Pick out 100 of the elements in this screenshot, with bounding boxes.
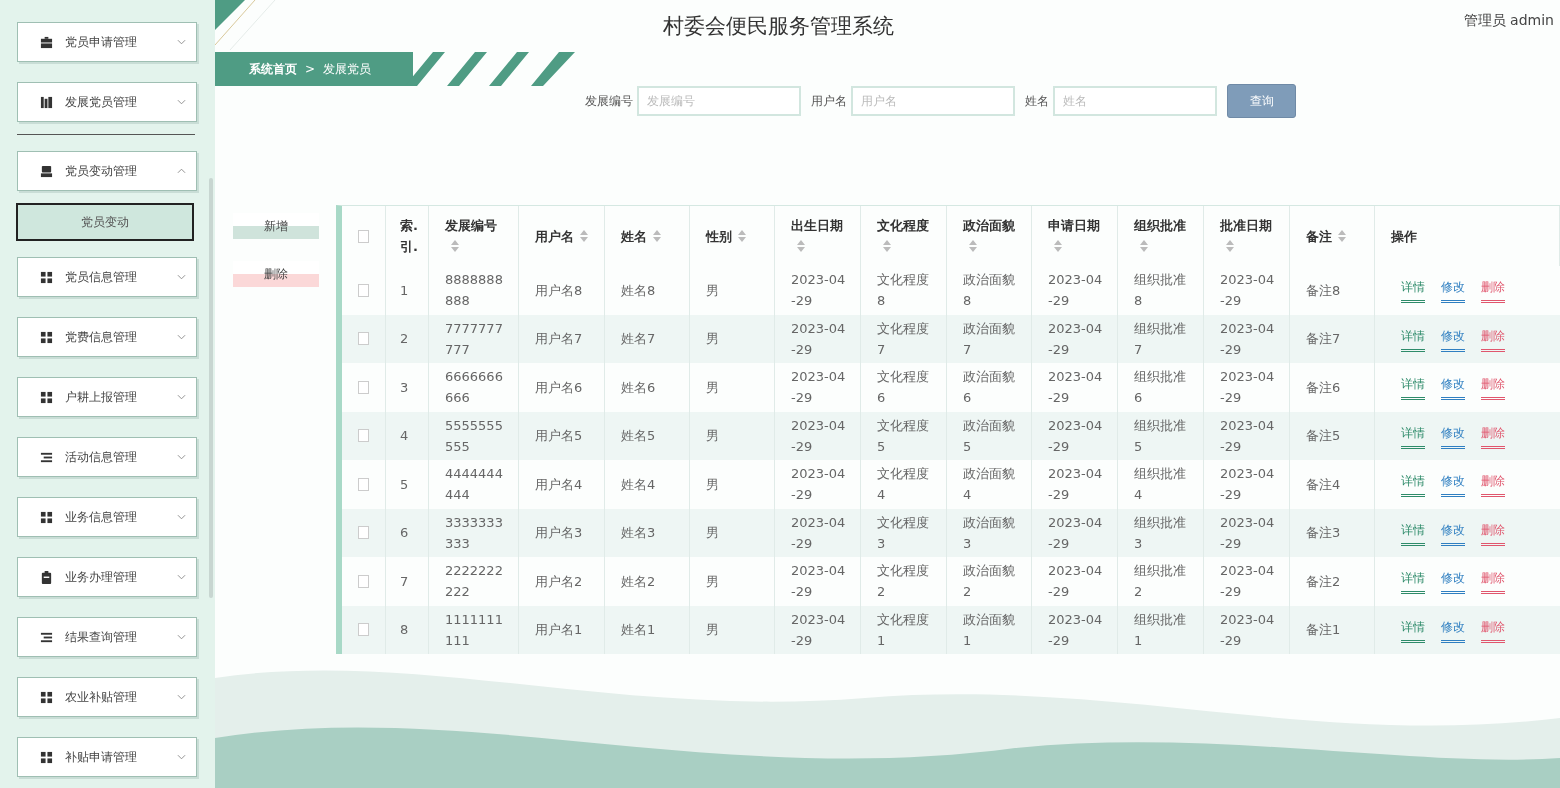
table-cell-text: 男: [706, 427, 719, 446]
column-header[interactable]: 姓名: [621, 225, 661, 247]
row-checkbox[interactable]: [358, 332, 369, 346]
table-cell-text: 政治面貌8: [963, 271, 1016, 311]
column-header[interactable]: 索.引.: [400, 215, 418, 257]
menu-item[interactable]: 党员变动管理: [17, 151, 197, 191]
delete-link[interactable]: 删除: [1481, 519, 1505, 546]
table-cell-text: 2023-04-29: [791, 368, 847, 408]
menu-item[interactable]: 业务办理管理: [17, 557, 197, 597]
detail-link[interactable]: 详情: [1401, 568, 1425, 595]
table-cell-text: 2: [400, 330, 409, 349]
table-cell-text: 组织批准2: [1134, 562, 1187, 602]
detail-link[interactable]: 详情: [1401, 374, 1425, 401]
table-cell-text: 6: [400, 524, 409, 543]
table-cell-text: 2023-04-29: [791, 465, 847, 505]
table-cell-text: 4: [400, 427, 409, 446]
column-header[interactable]: 申请日期: [1048, 215, 1105, 257]
delete-link[interactable]: 删除: [1481, 325, 1505, 352]
delete-link[interactable]: 删除: [1481, 422, 1505, 449]
detail-link[interactable]: 详情: [1401, 422, 1425, 449]
search-field[interactable]: 发展编号: [637, 86, 801, 116]
row-checkbox[interactable]: [358, 477, 369, 491]
menu-item[interactable]: 业务信息管理: [17, 497, 197, 537]
delete-link[interactable]: 删除: [1481, 471, 1505, 498]
table-cell-text: 用户名6: [535, 378, 583, 397]
table-cell-text: 2023-04-29: [791, 416, 847, 456]
column-header[interactable]: 出生日期: [791, 215, 848, 257]
table-cell-text: 8888888888: [445, 271, 504, 311]
table-cell-text: 文化程度4: [877, 465, 930, 505]
menu-item[interactable]: 活动信息管理: [17, 437, 197, 477]
sort-icon: [451, 240, 459, 252]
table-cell-text: 用户名1: [535, 621, 583, 640]
search-field[interactable]: 姓名: [1053, 86, 1217, 116]
column-header[interactable]: 用户名: [535, 225, 588, 247]
menu-label: 户耕上报管理: [65, 388, 138, 406]
table-cell-text: 备注7: [1306, 330, 1341, 349]
row-checkbox[interactable]: [358, 526, 369, 540]
table-cell-text: 2023-04-29: [1220, 465, 1276, 505]
sort-icon: [580, 229, 588, 242]
column-header[interactable]: 备注: [1306, 225, 1346, 247]
edit-link[interactable]: 修改: [1441, 422, 1465, 449]
column-header[interactable]: 发展编号: [445, 215, 506, 257]
chevron-down-icon: [177, 574, 186, 580]
table-cell-text: 用户名4: [535, 475, 583, 494]
menu-item[interactable]: 户耕上报管理: [17, 377, 197, 417]
select-all-checkbox[interactable]: [358, 229, 369, 243]
row-checkbox[interactable]: [358, 574, 369, 588]
chevron-down-icon: [177, 514, 186, 520]
delete-link[interactable]: 删除: [1481, 277, 1505, 304]
edit-link[interactable]: 修改: [1441, 325, 1465, 352]
column-header[interactable]: 组织批准: [1134, 215, 1191, 257]
table-cell-text: 2023-04-29: [1048, 319, 1104, 359]
edit-link[interactable]: 修改: [1441, 277, 1465, 304]
detail-link[interactable]: 详情: [1401, 277, 1425, 304]
column-header[interactable]: 文化程度: [877, 215, 934, 257]
menu-item[interactable]: 结果查询管理: [17, 617, 197, 657]
menu-item[interactable]: 发展党员管理: [17, 82, 197, 122]
chevron-down-icon: [177, 334, 186, 340]
table-cell-text: 备注6: [1306, 378, 1341, 397]
table-cell-text: 2023-04-29: [1048, 513, 1104, 553]
column-header[interactable]: 性别: [706, 225, 746, 247]
row-checkbox[interactable]: [358, 623, 369, 637]
row-checkbox[interactable]: [358, 429, 369, 443]
grid-icon: [40, 390, 53, 404]
row-checkbox[interactable]: [358, 283, 369, 297]
menu-item[interactable]: 党员申请管理: [17, 22, 197, 62]
delete-link[interactable]: 删除: [1481, 568, 1505, 595]
detail-link[interactable]: 详情: [1401, 616, 1425, 643]
edit-link[interactable]: 修改: [1441, 616, 1465, 643]
table-cell-text: 2023-04-29: [1048, 562, 1104, 602]
edit-link[interactable]: 修改: [1441, 471, 1465, 498]
detail-link[interactable]: 详情: [1401, 325, 1425, 352]
menu-label: 农业补贴管理: [65, 688, 138, 706]
delete-link[interactable]: 删除: [1481, 616, 1505, 643]
table-cell-text: 5: [400, 475, 409, 494]
menu-label: 业务办理管理: [65, 568, 138, 586]
edit-link[interactable]: 修改: [1441, 374, 1465, 401]
edit-link[interactable]: 修改: [1441, 519, 1465, 546]
detail-link[interactable]: 详情: [1401, 471, 1425, 498]
column-header[interactable]: 批准日期: [1220, 215, 1277, 257]
row-checkbox[interactable]: [358, 380, 369, 394]
menu-label: 党员信息管理: [65, 268, 138, 286]
delete-link[interactable]: 删除: [1481, 374, 1505, 401]
table-cell-text: 文化程度2: [877, 562, 930, 602]
menu-item[interactable]: 农业补贴管理: [17, 677, 197, 717]
table-cell-text: 组织批准7: [1134, 319, 1187, 359]
submenu-item[interactable]: 党员变动: [16, 203, 194, 241]
edit-link[interactable]: 修改: [1441, 568, 1465, 595]
table-cell-text: 男: [706, 524, 719, 543]
column-header[interactable]: 操作: [1391, 225, 1417, 247]
menu-label: 党员变动管理: [65, 162, 138, 180]
detail-link[interactable]: 详情: [1401, 519, 1425, 546]
table-cell-text: 备注1: [1306, 621, 1341, 640]
sort-icon: [1226, 240, 1234, 252]
menu-label: 发展党员管理: [65, 93, 138, 111]
menu-item[interactable]: 补贴申请管理: [17, 737, 197, 777]
search-field[interactable]: 用户名: [851, 86, 1015, 116]
column-header[interactable]: 政治面貌: [963, 215, 1019, 257]
menu-item[interactable]: 党费信息管理: [17, 317, 197, 357]
menu-item[interactable]: 党员信息管理: [17, 257, 197, 297]
